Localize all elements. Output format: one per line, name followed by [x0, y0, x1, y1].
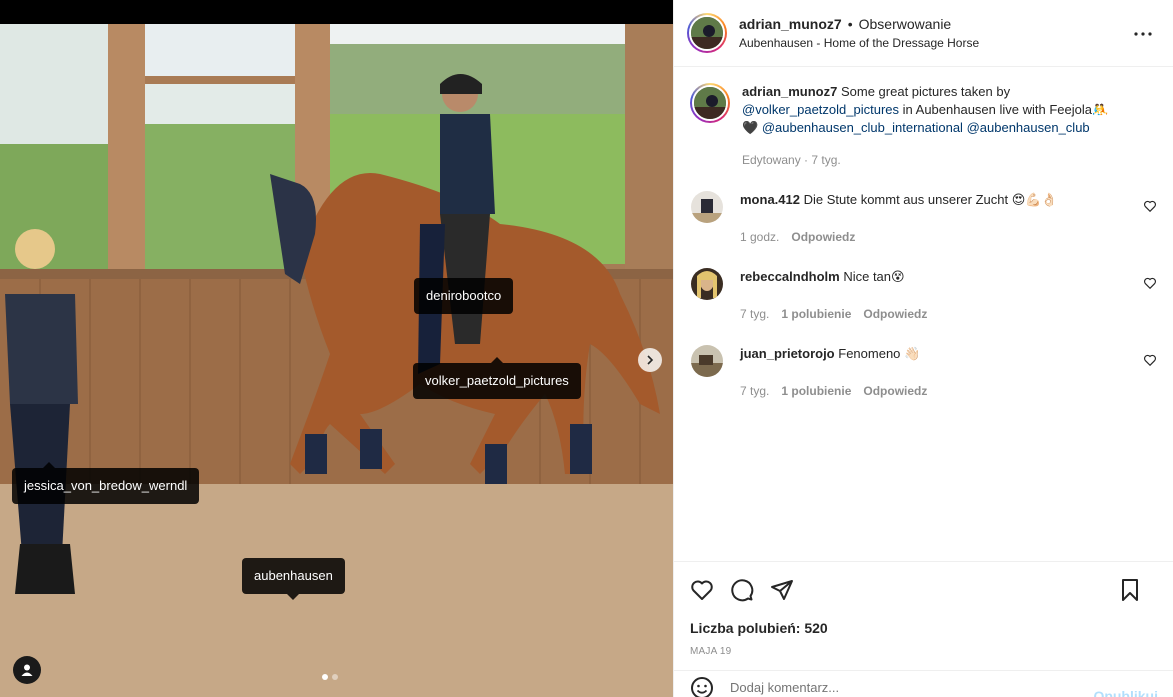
likes-count[interactable]: Liczba polubień: 520 [690, 620, 1158, 636]
comment-time[interactable]: 1 godz. [740, 228, 779, 246]
reply-button[interactable]: Odpowiedz [791, 228, 855, 246]
comment-body: mona.412 Die Stute kommt aus unserer Zuc… [740, 191, 1100, 246]
comment-username[interactable]: rebeccalndholm [740, 269, 840, 284]
like-comment-heart-icon[interactable] [1143, 353, 1157, 367]
comments-section: adrian_munoz7 Some great pictures taken … [674, 67, 1173, 400]
image-tag-label: volker_paetzold_pictures [425, 373, 569, 388]
more-horizontal-icon [1134, 32, 1152, 36]
chevron-right-icon [647, 355, 654, 365]
commenter-avatar[interactable] [691, 345, 723, 377]
comment-text: Fenomeno 👋🏻 [838, 346, 921, 361]
author-avatar[interactable] [687, 13, 727, 53]
comment-item: juan_prietorojo Fenomeno 👋🏻 7 tyg. 1 pol… [690, 345, 1157, 400]
tag-pointer [287, 594, 300, 600]
save-bookmark-icon[interactable] [1118, 578, 1142, 602]
commenter-avatar[interactable] [691, 191, 723, 223]
like-comment-heart-icon[interactable] [1143, 199, 1157, 213]
carousel-dot-active [322, 674, 328, 680]
post-actions: Liczba polubień: 520 MAJA 19 [674, 561, 1173, 657]
comment-body: juan_prietorojo Fenomeno 👋🏻 7 tyg. 1 pol… [740, 345, 1100, 400]
caption-username[interactable]: adrian_munoz7 [742, 84, 837, 99]
location-link[interactable]: Aubenhausen - Home of the Dressage Horse [739, 36, 979, 50]
meta-dot: · [804, 153, 809, 167]
image-tag-aubenhausen[interactable]: aubenhausen [242, 558, 345, 600]
photo-scene [0, 24, 673, 697]
top-black-bar [0, 0, 673, 24]
share-send-icon[interactable] [770, 578, 794, 602]
image-tag-label: jessica_von_bredow_werndl [24, 478, 188, 493]
comment-item: rebeccalndholm Nice tan😵 7 tyg. 1 polubi… [690, 268, 1157, 323]
caption-body: adrian_munoz7 Some great pictures taken … [742, 83, 1122, 169]
post-photo[interactable]: denirobootco volker_paetzold_pictures je… [0, 24, 673, 697]
carousel-next-button[interactable] [638, 348, 662, 372]
image-tag-jessica-von-bredow-werndl[interactable]: jessica_von_bredow_werndl [12, 462, 200, 504]
emoji-icon[interactable] [690, 676, 714, 697]
comment-meta: 7 tyg. 1 polubienie Odpowiedz [740, 382, 1100, 400]
user-tags-button[interactable] [13, 656, 41, 684]
image-tag-label: denirobootco [426, 288, 502, 303]
person-icon [21, 664, 33, 676]
caption-author-avatar[interactable] [690, 83, 730, 123]
post-sidebar: adrian_munoz7 • Obserwowanie Aubenhausen… [673, 0, 1173, 697]
commenter-avatar[interactable] [691, 268, 723, 300]
avatar-image [692, 85, 728, 121]
tag-pointer [490, 357, 503, 363]
publish-button[interactable]: Opublikuj [1093, 688, 1158, 697]
post-date[interactable]: MAJA 19 [690, 646, 1158, 657]
comment-input[interactable] [730, 680, 1070, 695]
caption-time[interactable]: 7 tyg. [811, 153, 840, 167]
comment-text: Nice tan😵 [843, 269, 905, 284]
avatar-photo [691, 268, 723, 300]
author-username[interactable]: adrian_munoz7 [739, 16, 842, 32]
avatar-photo [691, 191, 723, 223]
image-tag-denirobootco[interactable]: denirobootco [414, 278, 514, 314]
post-caption: adrian_munoz7 Some great pictures taken … [690, 83, 1157, 169]
carousel-dot [332, 674, 338, 680]
reply-button[interactable]: Odpowiedz [863, 382, 927, 400]
add-comment-bar: Opublikuj [674, 670, 1173, 697]
comment-body: rebeccalndholm Nice tan😵 7 tyg. 1 polubi… [740, 268, 1100, 323]
comment-item: mona.412 Die Stute kommt aus unserer Zuc… [690, 191, 1157, 246]
comment-likes[interactable]: 1 polubienie [781, 382, 851, 400]
header-text: adrian_munoz7 • Obserwowanie Aubenhausen… [739, 16, 979, 50]
comment-meta: 1 godz. Odpowiedz [740, 228, 1100, 246]
image-tag-volker-paetzold-pictures[interactable]: volker_paetzold_pictures [413, 357, 581, 399]
more-options-button[interactable] [1131, 22, 1155, 46]
avatar-photo [691, 17, 723, 49]
image-tag-label: aubenhausen [254, 568, 333, 583]
following-button[interactable]: Obserwowanie [859, 16, 952, 32]
comment-text: Die Stute kommt aus unserer Zucht 😍💪🏻👌🏻 [803, 192, 1058, 207]
avatar-photo [694, 87, 726, 119]
comment-username[interactable]: mona.412 [740, 192, 800, 207]
caption-text: adrian_munoz7 Some great pictures taken … [742, 83, 1122, 137]
header-title-line: adrian_munoz7 • Obserwowanie [739, 16, 979, 32]
caption-text-part2: in Aubenhausen live with Feejola [902, 102, 1092, 117]
caption-text-part1: Some great pictures taken by [840, 84, 1011, 99]
separator-dot: • [847, 16, 853, 32]
like-heart-icon[interactable] [690, 578, 714, 602]
carousel-indicator [322, 674, 338, 680]
reply-button[interactable]: Odpowiedz [863, 305, 927, 323]
mention-aubenhausen-club[interactable]: @aubenhausen_club [967, 120, 1090, 135]
comment-time[interactable]: 7 tyg. [740, 382, 769, 400]
tag-pointer [43, 462, 56, 468]
comment-time[interactable]: 7 tyg. [740, 305, 769, 323]
comment-likes[interactable]: 1 polubienie [781, 305, 851, 323]
mention-aubenhausen-club-international[interactable]: @aubenhausen_club_international [762, 120, 963, 135]
comment-bubble-icon[interactable] [730, 578, 754, 602]
mention-volker-paetzold-pictures[interactable]: @volker_paetzold_pictures [742, 102, 899, 117]
avatar-photo [691, 345, 723, 377]
avatar-image [689, 15, 725, 51]
comment-meta: 7 tyg. 1 polubienie Odpowiedz [740, 305, 1100, 323]
post-header: adrian_munoz7 • Obserwowanie Aubenhausen… [674, 0, 1173, 67]
comment-username[interactable]: juan_prietorojo [740, 346, 835, 361]
caption-meta: Edytowany · 7 tyg. [742, 151, 1122, 169]
edited-label: Edytowany [742, 153, 801, 167]
action-buttons-row [690, 576, 1158, 604]
like-comment-heart-icon[interactable] [1143, 276, 1157, 290]
